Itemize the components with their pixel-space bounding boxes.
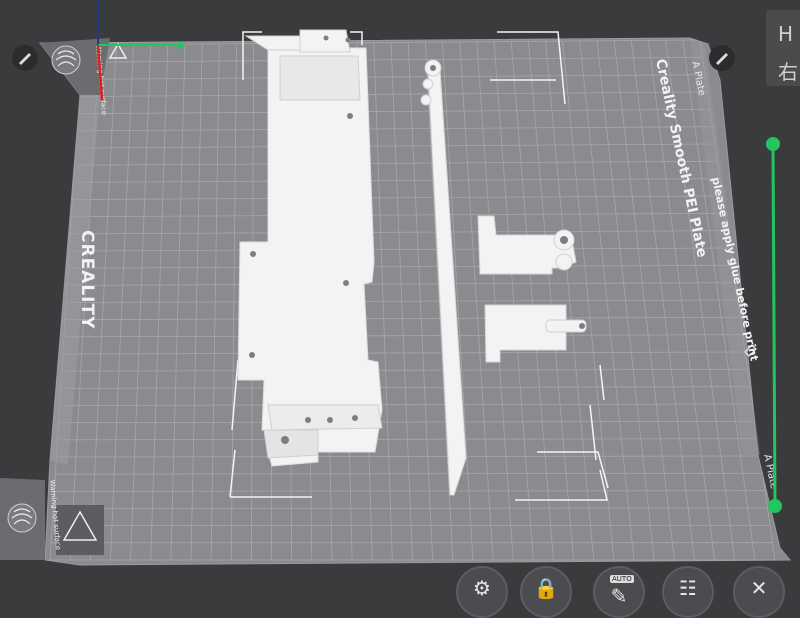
close-button[interactable]: ✕ — [733, 566, 785, 618]
auto-icon: ✎ — [611, 586, 628, 606]
layer-slider-bottom-handle[interactable] — [768, 499, 782, 513]
layer-slider-top-handle[interactable] — [766, 137, 780, 151]
layout-button[interactable]: ☷ — [662, 566, 714, 618]
plate-brand-label: CREALITY — [77, 230, 97, 329]
tooltip-line-1: H — [778, 22, 793, 46]
lock-icon: 🔒 — [534, 578, 559, 598]
plate-scene: Warning hot surface Warning hot surface … — [0, 0, 800, 600]
grid-line — [53, 508, 767, 509]
gear-icon: ⚙ — [473, 578, 491, 598]
auto-badge: AUTO — [610, 575, 634, 583]
tooltip-line-2: 右 — [778, 56, 798, 85]
lock-button[interactable]: 🔒 — [520, 566, 572, 618]
settings-button[interactable]: ⚙ — [456, 566, 508, 618]
tooltip-panel: H 右 — [766, 10, 800, 86]
3d-viewport[interactable]: Warning hot surface Warning hot surface … — [0, 0, 800, 600]
plate-edit-icon-left[interactable] — [12, 45, 38, 71]
close-icon: ✕ — [751, 578, 768, 598]
bottom-toolbar: ⚙ 🔒 AUTO ✎ ☷ ✕ — [0, 560, 800, 600]
grid-icon: ☷ — [679, 578, 697, 598]
plate-edit-icon-right[interactable] — [709, 45, 735, 71]
auto-arrange-button[interactable]: AUTO ✎ — [593, 566, 645, 618]
